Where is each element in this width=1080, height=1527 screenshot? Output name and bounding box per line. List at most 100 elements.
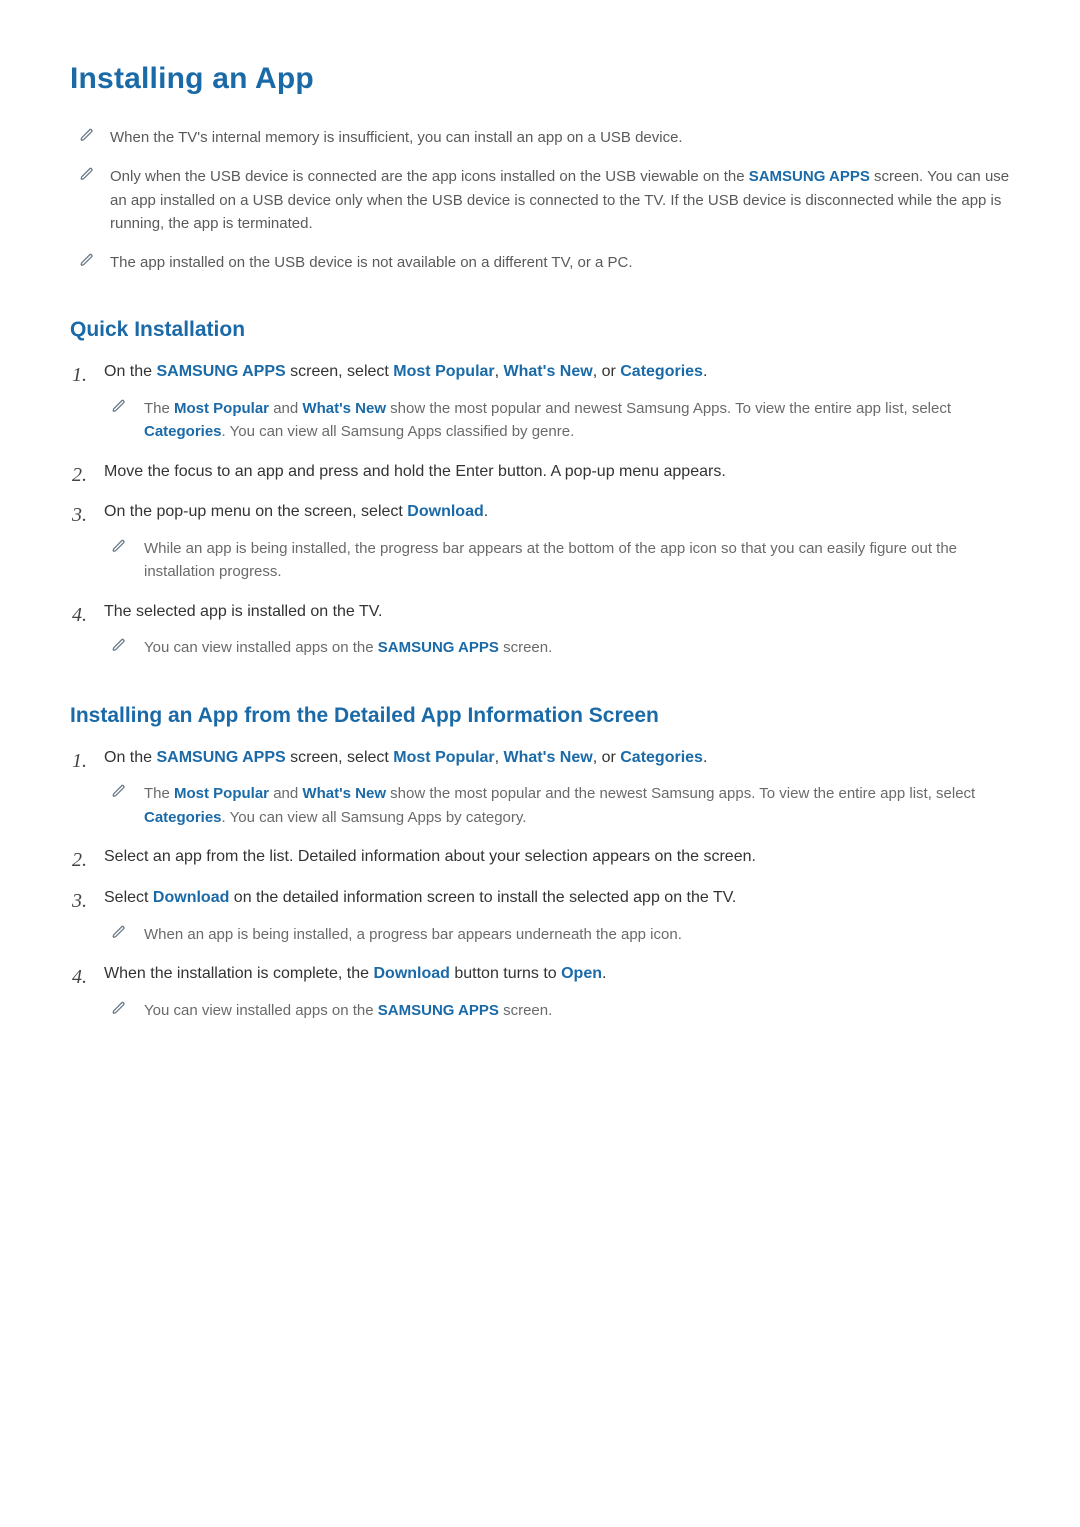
note-item: While an app is being installed, the pro… (112, 537, 1010, 584)
text-segment: screen, select (286, 363, 394, 380)
step-text: On the SAMSUNG APPS screen, select Most … (104, 360, 1010, 385)
text-segment: SAMSUNG APPS (378, 1002, 499, 1019)
pencil-icon (112, 925, 130, 939)
text-segment: on the detailed information screen to in… (229, 889, 736, 906)
note-item: You can view installed apps on the SAMSU… (112, 636, 1010, 659)
text-segment: . You can view all Samsung Apps classifi… (222, 423, 575, 440)
text-segment: . (703, 749, 707, 766)
text-segment: Categories (144, 423, 222, 440)
step-item: The selected app is installed on the TV.… (72, 600, 1010, 660)
text-segment: What's New (504, 749, 593, 766)
pencil-icon (112, 399, 130, 413)
text-segment: You can view installed apps on the (144, 639, 378, 656)
text-segment: . You can view all Samsung Apps by categ… (222, 809, 527, 826)
pencil-icon (112, 539, 130, 553)
step-item: On the pop-up menu on the screen, select… (72, 500, 1010, 583)
text-segment: The (144, 785, 174, 802)
note-item: The app installed on the USB device is n… (80, 251, 1010, 274)
text-segment: The selected app is installed on the TV. (104, 603, 382, 620)
text-segment: When the TV's internal memory is insuffi… (110, 129, 683, 146)
text-segment: SAMSUNG APPS (378, 639, 499, 656)
note-item: When an app is being installed, a progre… (112, 923, 1010, 946)
step-item: On the SAMSUNG APPS screen, select Most … (72, 746, 1010, 829)
pencil-icon (112, 1001, 130, 1015)
note-text: The Most Popular and What's New show the… (144, 397, 1010, 444)
step-text: Select Download on the detailed informat… (104, 886, 1010, 911)
text-segment: . (602, 965, 606, 982)
sections-container: Quick Installation On the SAMSUNG APPS sc… (70, 318, 1010, 1022)
text-segment: Select an app from the list. Detailed in… (104, 848, 756, 865)
section-heading: Quick Installation (70, 318, 1010, 342)
text-segment: screen. (499, 1002, 552, 1019)
text-segment: screen. (499, 639, 552, 656)
pencil-icon (112, 638, 130, 652)
step-text: Select an app from the list. Detailed in… (104, 845, 1010, 870)
text-segment: and (269, 785, 302, 802)
text-segment: , (495, 749, 504, 766)
text-segment: Download (407, 503, 483, 520)
step-text: Move the focus to an app and press and h… (104, 460, 1010, 485)
text-segment: , or (593, 749, 621, 766)
step-item: Select an app from the list. Detailed in… (72, 845, 1010, 870)
section-heading: Installing an App from the Detailed App … (70, 704, 1010, 728)
note-text: Only when the USB device is connected ar… (110, 165, 1010, 235)
text-segment: The app installed on the USB device is n… (110, 254, 633, 271)
text-segment: . (703, 363, 707, 380)
pencil-icon (80, 128, 98, 142)
note-text: The app installed on the USB device is n… (110, 251, 633, 274)
note-text: When an app is being installed, a progre… (144, 923, 682, 946)
note-item: The Most Popular and What's New show the… (112, 397, 1010, 444)
step-text: When the installation is complete, the D… (104, 962, 1010, 987)
text-segment: On the (104, 363, 156, 380)
note-text: The Most Popular and What's New show the… (144, 782, 1010, 829)
text-segment: Download (153, 889, 229, 906)
text-segment: Most Popular (174, 785, 269, 802)
note-text: You can view installed apps on the SAMSU… (144, 636, 552, 659)
text-segment: Most Popular (393, 749, 494, 766)
note-item: You can view installed apps on the SAMSU… (112, 999, 1010, 1022)
step-item: Move the focus to an app and press and h… (72, 460, 1010, 485)
step-text: On the pop-up menu on the screen, select… (104, 500, 1010, 525)
note-text: While an app is being installed, the pro… (144, 537, 1010, 584)
text-segment: Open (561, 965, 602, 982)
note-item: The Most Popular and What's New show the… (112, 782, 1010, 829)
intro-notes: When the TV's internal memory is insuffi… (70, 126, 1010, 274)
text-segment: SAMSUNG APPS (749, 168, 870, 185)
note-item: When the TV's internal memory is insuffi… (80, 126, 1010, 149)
step-item: Select Download on the detailed informat… (72, 886, 1010, 946)
text-segment: and (269, 400, 302, 417)
text-segment: What's New (302, 785, 386, 802)
text-segment: What's New (302, 400, 386, 417)
step-text: The selected app is installed on the TV. (104, 600, 1010, 625)
text-segment: When an app is being installed, a progre… (144, 926, 682, 943)
step-item: On the SAMSUNG APPS screen, select Most … (72, 360, 1010, 443)
text-segment: Most Popular (174, 400, 269, 417)
text-segment: Categories (620, 749, 703, 766)
pencil-icon (80, 253, 98, 267)
text-segment: While an app is being installed, the pro… (144, 540, 961, 580)
text-segment: , (495, 363, 504, 380)
pencil-icon (80, 167, 98, 181)
text-segment: . (484, 503, 488, 520)
text-segment: SAMSUNG APPS (156, 363, 285, 380)
text-segment: show the most popular and the newest Sam… (386, 785, 979, 802)
pencil-icon (112, 784, 130, 798)
text-segment: You can view installed apps on the (144, 1002, 378, 1019)
text-segment: button turns to (450, 965, 561, 982)
text-segment: Select (104, 889, 153, 906)
text-segment: On the (104, 749, 156, 766)
note-text: When the TV's internal memory is insuffi… (110, 126, 683, 149)
step-text: On the SAMSUNG APPS screen, select Most … (104, 746, 1010, 771)
text-segment: Categories (144, 809, 222, 826)
text-segment: The (144, 400, 174, 417)
page-title: Installing an App (70, 62, 1010, 96)
text-segment: On the pop-up menu on the screen, select (104, 503, 407, 520)
text-segment: Download (373, 965, 449, 982)
text-segment: show the most popular and newest Samsung… (386, 400, 955, 417)
note-item: Only when the USB device is connected ar… (80, 165, 1010, 235)
step-list: On the SAMSUNG APPS screen, select Most … (70, 746, 1010, 1022)
text-segment: Move the focus to an app and press and h… (104, 463, 726, 480)
text-segment: , or (593, 363, 621, 380)
text-segment: Most Popular (393, 363, 494, 380)
step-list: On the SAMSUNG APPS screen, select Most … (70, 360, 1010, 659)
